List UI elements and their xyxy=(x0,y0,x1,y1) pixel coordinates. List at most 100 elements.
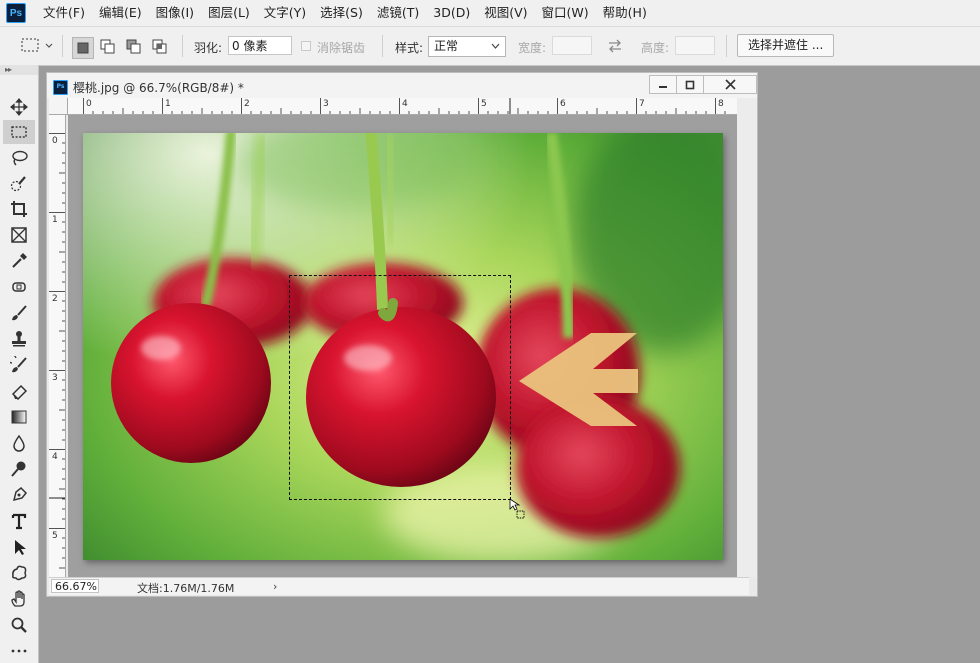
menu-window[interactable]: 窗口(W) xyxy=(535,0,596,26)
select-and-mask-button[interactable]: 选择并遮住 ... xyxy=(737,34,835,57)
path-selection-tool[interactable] xyxy=(3,535,35,559)
subtract-selection-button[interactable] xyxy=(124,37,144,57)
type-icon xyxy=(11,513,27,530)
more-tools-button[interactable] xyxy=(3,639,35,663)
height-label: 高度: xyxy=(641,41,670,55)
ruler-origin[interactable] xyxy=(49,98,68,115)
chevron-down-icon xyxy=(491,43,500,49)
add-selection-button[interactable] xyxy=(98,37,118,57)
maximize-icon xyxy=(685,80,695,89)
intersect-selection-button[interactable] xyxy=(150,37,170,57)
ruler-h-label: 5 xyxy=(481,99,487,109)
panel-grip[interactable]: ▸▸ xyxy=(0,65,38,75)
ruler-h-label: 8 xyxy=(718,99,724,109)
menu-help[interactable]: 帮助(H) xyxy=(596,0,654,26)
menu-file[interactable]: 文件(F) xyxy=(36,0,92,26)
vertical-ruler[interactable]: 0 1 2 3 4 5 xyxy=(49,115,66,577)
frame-tool[interactable] xyxy=(3,223,35,247)
ruler-v-label: 5 xyxy=(52,531,58,541)
ruler-ticks-v xyxy=(49,133,65,569)
window-edge xyxy=(737,98,757,577)
more-icon xyxy=(11,649,27,653)
swap-icon xyxy=(609,39,621,53)
ruler-v-label: 1 xyxy=(52,215,58,225)
pen-tool[interactable] xyxy=(3,483,35,507)
menu-view[interactable]: 视图(V) xyxy=(477,0,534,26)
horizontal-ruler[interactable]: 0 1 2 3 4 5 6 7 8 xyxy=(68,98,737,115)
height-input[interactable] xyxy=(675,36,715,55)
menu-image[interactable]: 图像(I) xyxy=(149,0,201,26)
eraser-icon xyxy=(11,384,28,400)
intersect-selection-icon xyxy=(152,39,167,54)
subtract-selection-icon xyxy=(126,39,141,54)
canvas-area[interactable] xyxy=(68,115,737,577)
magnifier-icon xyxy=(11,617,27,633)
close-button[interactable] xyxy=(703,75,757,94)
zoom-field[interactable]: 66.67% xyxy=(51,579,99,593)
add-selection-icon xyxy=(100,39,115,54)
menu-select[interactable]: 选择(S) xyxy=(313,0,370,26)
style-select[interactable]: 正常 xyxy=(428,36,506,57)
rectangular-marquee-tool[interactable] xyxy=(3,120,35,144)
blur-tool[interactable] xyxy=(3,431,35,455)
quick-selection-icon xyxy=(10,176,26,192)
separator xyxy=(62,35,63,57)
move-tool[interactable] xyxy=(3,95,35,119)
shape-icon xyxy=(12,565,27,581)
status-menu-arrow[interactable]: › xyxy=(273,580,277,593)
document-title: 樱桃.jpg @ 66.7%(RGB/8#) * xyxy=(73,81,244,95)
type-tool[interactable] xyxy=(3,509,35,533)
swap-dimensions-button[interactable] xyxy=(607,39,623,56)
hand-tool[interactable] xyxy=(3,587,35,611)
lasso-tool[interactable] xyxy=(3,146,35,170)
quick-selection-tool[interactable] xyxy=(3,172,35,196)
photoshop-file-icon: Ps xyxy=(53,80,68,95)
gradient-tool[interactable] xyxy=(3,405,35,429)
minimize-button[interactable] xyxy=(649,75,677,94)
custom-shape-tool[interactable] xyxy=(3,561,35,585)
menu-filter[interactable]: 滤镜(T) xyxy=(370,0,426,26)
crop-icon xyxy=(11,201,27,217)
feather-input[interactable]: 0 像素 xyxy=(228,36,292,55)
feather-label: 羽化: xyxy=(194,41,223,55)
ruler-h-label: 3 xyxy=(323,99,329,109)
maximize-button[interactable] xyxy=(676,75,704,94)
width-input[interactable] xyxy=(552,36,592,55)
style-select-value: 正常 xyxy=(434,39,459,53)
droplet-icon xyxy=(13,434,25,452)
new-selection-button[interactable] xyxy=(72,37,94,59)
ruler-h-label: 6 xyxy=(560,99,566,109)
menu-type[interactable]: 文字(Y) xyxy=(257,0,313,26)
minimize-icon xyxy=(659,85,667,88)
menu-edit[interactable]: 编辑(E) xyxy=(92,0,149,26)
document-title-bar[interactable]: Ps 樱桃.jpg @ 66.7%(RGB/8#) * xyxy=(47,73,757,98)
zoom-tool[interactable] xyxy=(3,613,35,637)
move-icon xyxy=(10,98,28,116)
selection-marquee[interactable] xyxy=(289,275,511,500)
lasso-icon xyxy=(12,150,28,166)
rect-marquee-icon xyxy=(21,38,53,52)
crop-tool[interactable] xyxy=(3,197,35,221)
bandage-icon xyxy=(12,282,26,292)
ruler-h-label: 7 xyxy=(639,99,645,109)
document-window: Ps 樱桃.jpg @ 66.7%(RGB/8#) * 0 1 2 3 4 5 … xyxy=(46,72,758,597)
ruler-h-label: 0 xyxy=(86,99,92,109)
menu-layer[interactable]: 图层(L) xyxy=(201,0,257,26)
tools-panel: ▸▸ xyxy=(0,65,39,663)
eyedropper-icon xyxy=(12,253,27,268)
antialias-checkbox[interactable] xyxy=(301,41,311,51)
frame-icon xyxy=(11,227,27,243)
clone-stamp-tool[interactable] xyxy=(3,327,35,351)
ruler-h-label: 4 xyxy=(402,99,408,109)
eraser-tool[interactable] xyxy=(3,379,35,403)
ruler-h-label: 2 xyxy=(244,99,250,109)
history-brush-tool[interactable] xyxy=(3,353,35,377)
tool-preset-picker[interactable] xyxy=(8,36,56,56)
brush-tool[interactable] xyxy=(3,301,35,325)
menu-3d[interactable]: 3D(D) xyxy=(426,0,477,26)
eyedropper-tool[interactable] xyxy=(3,249,35,273)
ruler-v-label: 2 xyxy=(52,294,58,304)
dodge-tool[interactable] xyxy=(3,457,35,481)
status-bar: 66.67% 文档:1.76M/1.76M › xyxy=(49,577,749,595)
spot-healing-tool[interactable] xyxy=(3,275,35,299)
